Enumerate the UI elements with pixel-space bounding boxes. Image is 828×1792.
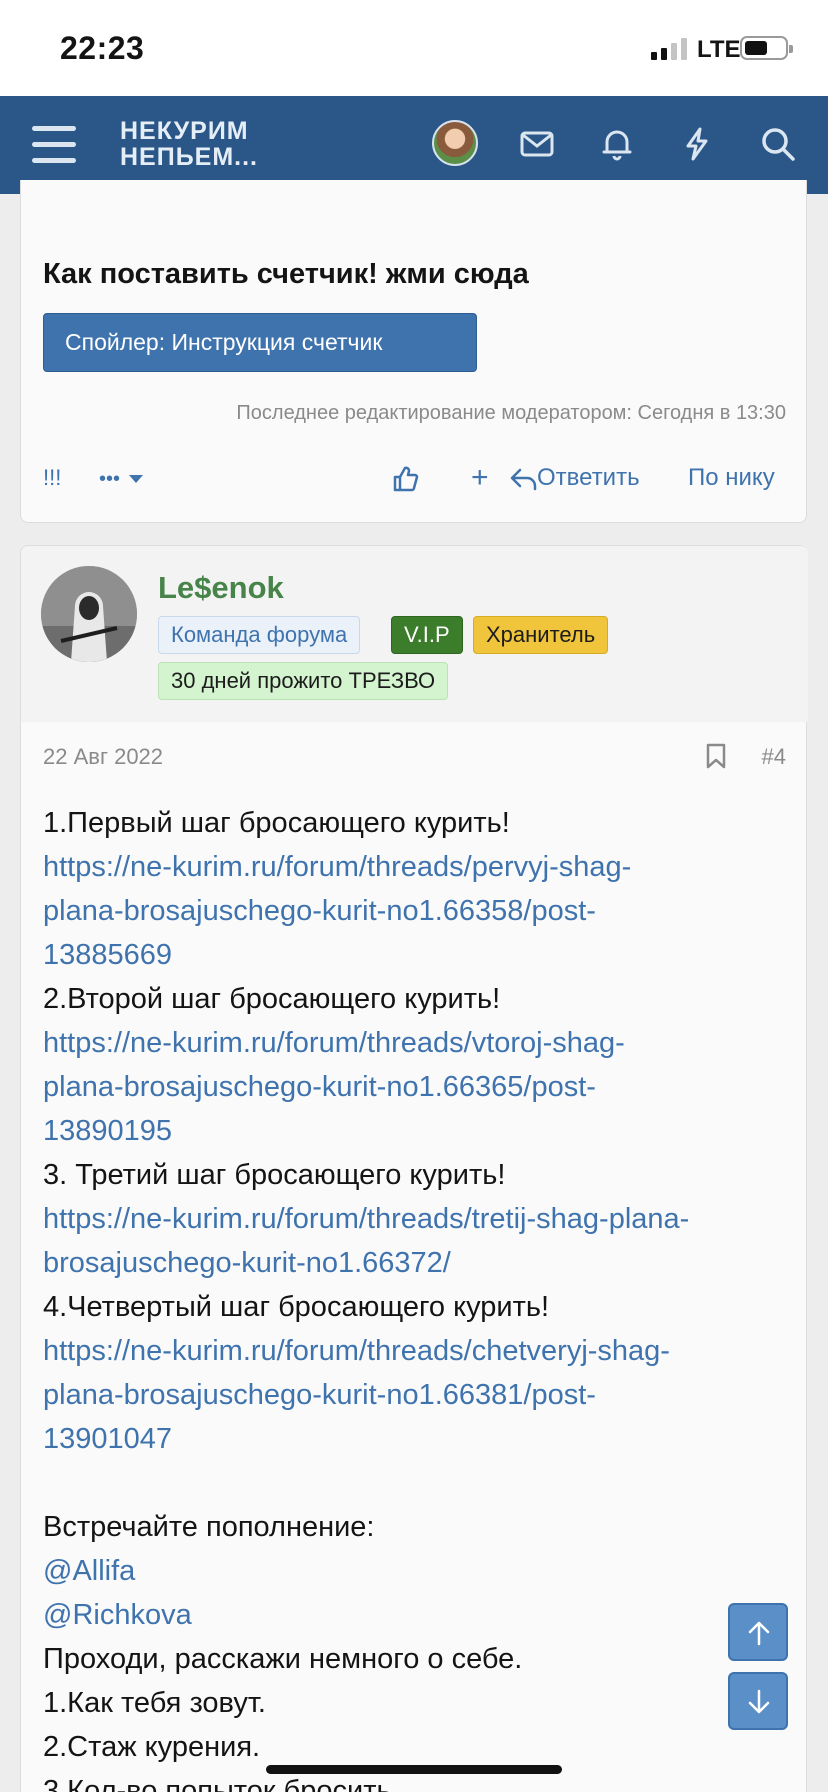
text-line: 3. Третий шаг бросающего курить! — [43, 1159, 506, 1191]
status-time: 22:23 — [60, 30, 145, 66]
text-line: 4.Четвертый шаг бросающего курить! — [43, 1291, 550, 1323]
author-username[interactable]: Le$enok — [158, 570, 284, 606]
post-number[interactable]: #4 — [762, 744, 786, 770]
author-avatar[interactable] — [41, 566, 137, 662]
reply-label: Ответить — [537, 464, 640, 491]
thread-link[interactable]: plana-brosajuschego-kurit-no1.66365/post… — [43, 1065, 788, 1109]
text-line: 1.Как тебя зовут. — [43, 1687, 266, 1719]
arrow-up-icon — [748, 1621, 770, 1646]
text-line: Встречайте пополнение: — [43, 1511, 375, 1543]
thread-link[interactable]: https://ne-kurim.ru/forum/threads/chetve… — [43, 1329, 788, 1373]
mail-icon[interactable] — [517, 124, 557, 164]
badge-vip: V.I.P — [391, 616, 463, 654]
thread-link[interactable]: https://ne-kurim.ru/forum/threads/tretij… — [43, 1197, 788, 1241]
lightning-icon[interactable] — [677, 124, 717, 164]
post-actions: !!! ••• + Ответить По нику — [21, 458, 806, 498]
menu-icon[interactable] — [32, 126, 76, 164]
thread-link[interactable]: 13901047 — [43, 1417, 788, 1461]
badge-sober-days: 30 дней прожито ТРЕЗВО — [158, 662, 449, 700]
last-edit-note: Последнее редактирование модератором: Се… — [236, 402, 786, 424]
reply-button[interactable]: Ответить — [509, 458, 640, 498]
thread-link[interactable]: plana-brosajuschego-kurit-no1.66358/post… — [43, 889, 788, 933]
text-line: 1.Первый шаг бросающего курить! — [43, 807, 510, 839]
thread-link[interactable]: 13885669 — [43, 933, 788, 977]
like-button[interactable] — [391, 458, 419, 498]
scroll-up-button[interactable] — [728, 1603, 788, 1661]
text-line: 2.Стаж курения. — [43, 1731, 261, 1763]
signal-icon — [651, 38, 689, 60]
more-dots: ••• — [99, 468, 121, 490]
post-body: 1.Первый шаг бросающего курить! https://… — [43, 801, 788, 1792]
thread-link[interactable]: https://ne-kurim.ru/forum/threads/pervyj… — [43, 845, 788, 889]
quote-plus-button[interactable]: + — [471, 458, 489, 498]
user-mention[interactable]: @Allifa — [43, 1549, 788, 1593]
logo-line-2: НЕПЬЕМ... — [120, 143, 259, 171]
report-link[interactable]: !!! — [43, 458, 61, 498]
network-label: LTE — [697, 36, 741, 63]
bookmark-icon[interactable] — [704, 742, 728, 770]
badge-keeper: Хранитель — [473, 616, 609, 654]
thread-link[interactable]: https://ne-kurim.ru/forum/threads/vtoroj… — [43, 1021, 788, 1065]
arrow-down-icon — [748, 1689, 770, 1714]
user-avatar[interactable] — [432, 120, 478, 166]
user-mention[interactable]: @Richkova — [43, 1593, 788, 1637]
post-author-block: Le$enok Команда форума V.I.P Хранитель 3… — [21, 546, 808, 722]
site-logo[interactable]: НЕКУРИМ НЕПЬЕМ... — [120, 118, 258, 170]
post-card: Le$enok Команда форума V.I.P Хранитель 3… — [20, 545, 808, 1792]
reply-icon — [510, 468, 537, 490]
thread-link[interactable]: brosajuschego-kurit-no1.66372/ — [43, 1241, 788, 1285]
chevron-down-icon — [128, 474, 143, 483]
scroll-down-button[interactable] — [728, 1672, 788, 1730]
status-bar: 22:23 LTE — [0, 0, 828, 96]
thumbs-up-icon — [393, 466, 419, 491]
thread-link[interactable]: 13890195 — [43, 1109, 788, 1153]
badge-forum-team: Команда форума — [158, 616, 361, 654]
by-nick-button[interactable]: По нику — [688, 458, 775, 498]
logo-line-1: НЕКУРИМ — [120, 117, 249, 145]
text-line: 2.Второй шаг бросающего курить! — [43, 983, 501, 1015]
post-date[interactable]: 22 Авг 2022 — [43, 744, 163, 770]
more-menu[interactable]: ••• — [99, 458, 145, 499]
thread-link[interactable]: plana-brosajuschego-kurit-no1.66381/post… — [43, 1373, 788, 1417]
bell-icon[interactable] — [597, 124, 637, 164]
spoiler-heading: Как поставить счетчик! жми сюда — [43, 258, 529, 290]
search-icon[interactable] — [758, 124, 798, 164]
battery-icon — [740, 36, 793, 60]
home-indicator — [266, 1765, 562, 1774]
spoiler-button[interactable]: Спойлер: Инструкция счетчик — [43, 313, 477, 372]
post-card-previous: Как поставить счетчик! жми сюда Спойлер:… — [20, 180, 807, 523]
text-line: Проходи, расскажи немного о себе. — [43, 1643, 523, 1675]
